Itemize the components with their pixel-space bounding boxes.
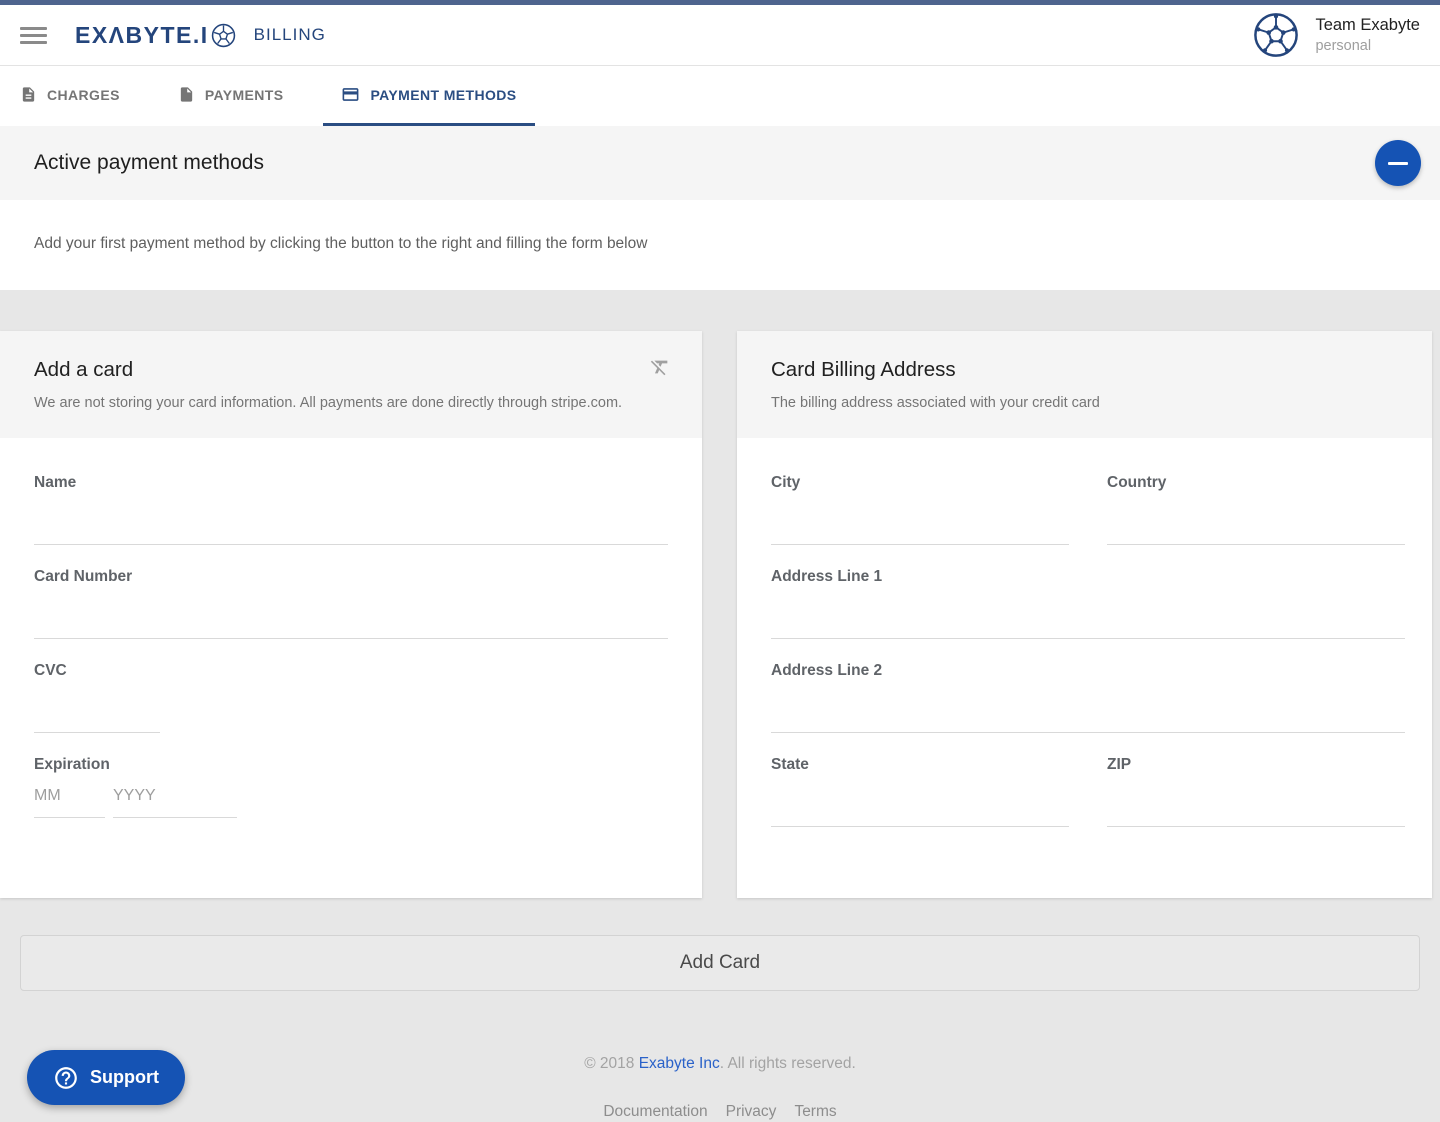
name-label: Name (34, 474, 668, 492)
card-number-label: Card Number (34, 568, 668, 586)
tab-payments[interactable]: PAYMENTS (160, 66, 302, 126)
city-field: City (771, 474, 1069, 545)
tab-charges[interactable]: CHARGES (2, 66, 138, 126)
address-line-1-label: Address Line 1 (771, 568, 1405, 586)
document-icon (20, 86, 37, 103)
address-line-2-label: Address Line 2 (771, 662, 1405, 680)
add-card-panel-header: Add a card We are not storing your card … (0, 331, 702, 438)
footer-link-privacy[interactable]: Privacy (726, 1103, 777, 1121)
expiration-month-input[interactable] (34, 774, 105, 818)
billing-address-form: City Country Address Line 1 Address Line… (737, 438, 1432, 898)
hamburger-menu-icon[interactable] (20, 23, 47, 48)
payment-form-row: Add a card We are not storing your card … (0, 331, 1440, 898)
format-clear-icon (649, 356, 671, 378)
address-line-2-input[interactable] (771, 680, 1405, 733)
billing-address-panel-header: Card Billing Address The billing address… (737, 331, 1432, 438)
city-label: City (771, 474, 1069, 492)
tab-label: CHARGES (47, 87, 120, 103)
country-field: Country (1107, 474, 1405, 568)
card-number-input[interactable] (34, 586, 668, 639)
cvc-label: CVC (34, 662, 668, 680)
expiration-field: Expiration (34, 756, 668, 818)
support-button[interactable]: Support (27, 1050, 185, 1105)
state-label: State (771, 756, 1069, 774)
billing-tabbar: CHARGES PAYMENTS PAYMENT METHODS (0, 66, 1440, 126)
zip-input[interactable] (1107, 774, 1405, 827)
copyright-suffix: . All rights reserved. (720, 1055, 856, 1072)
panel-subtitle: We are not storing your card information… (34, 395, 668, 411)
zip-field: ZIP (1107, 756, 1405, 850)
app-header: EXΛBYTE.I BILLING (0, 5, 1440, 66)
state-input[interactable] (771, 774, 1069, 827)
add-card-panel: Add a card We are not storing your card … (0, 331, 702, 898)
country-label: Country (1107, 474, 1405, 492)
clear-form-button[interactable] (648, 356, 672, 380)
card-number-field: Card Number (34, 568, 668, 639)
help-icon (53, 1065, 79, 1091)
logo-soccer-ball-icon (211, 23, 236, 48)
section-title: Active payment methods (34, 151, 264, 175)
copyright-prefix: © 2018 (584, 1055, 639, 1072)
copyright-line: © 2018 Exabyte Inc. All rights reserved. (0, 1055, 1440, 1073)
panel-title: Card Billing Address (771, 358, 1398, 382)
billing-address-panel: Card Billing Address The billing address… (737, 331, 1432, 898)
team-name: Team Exabyte (1315, 16, 1420, 35)
address-line-1-field: Address Line 1 (771, 568, 1405, 639)
collapse-section-button[interactable] (1375, 140, 1421, 186)
state-field: State (771, 756, 1069, 827)
country-input[interactable] (1107, 492, 1405, 545)
add-card-button[interactable]: Add Card (20, 935, 1420, 991)
address-line-2-field: Address Line 2 (771, 662, 1405, 733)
zip-label: ZIP (1107, 756, 1405, 774)
company-link[interactable]: Exabyte Inc (639, 1055, 720, 1072)
tab-label: PAYMENT METHODS (370, 87, 516, 103)
empty-state-message: Add your first payment method by clickin… (0, 200, 1440, 290)
logo-text: EXΛBYTE.I (75, 22, 209, 49)
cvc-input[interactable] (34, 680, 160, 733)
support-label: Support (90, 1067, 159, 1088)
name-field: Name (34, 474, 668, 545)
minus-icon (1388, 162, 1408, 165)
city-input[interactable] (771, 492, 1069, 545)
cvc-field: CVC (34, 662, 668, 733)
footer-link-terms[interactable]: Terms (794, 1103, 836, 1121)
expiration-label: Expiration (34, 756, 668, 774)
active-payment-methods-header: Active payment methods (0, 126, 1440, 200)
team-type: personal (1315, 38, 1420, 54)
panel-subtitle: The billing address associated with your… (771, 395, 1398, 411)
team-avatar-soccer-ball-icon[interactable] (1253, 12, 1299, 58)
address-line-1-input[interactable] (771, 586, 1405, 639)
tab-payment-methods[interactable]: PAYMENT METHODS (323, 66, 534, 126)
page-title: BILLING (254, 25, 326, 45)
account-area[interactable]: Team Exabyte personal (1253, 12, 1420, 58)
panel-title: Add a card (34, 358, 668, 382)
name-input[interactable] (34, 492, 668, 545)
footer-links: Documentation Privacy Terms (0, 1103, 1440, 1121)
brand-logo[interactable]: EXΛBYTE.I BILLING (75, 22, 326, 49)
add-card-form: Name Card Number CVC Expiration (0, 438, 702, 866)
tab-label: PAYMENTS (205, 87, 284, 103)
footer-link-documentation[interactable]: Documentation (603, 1103, 707, 1121)
document-icon (178, 86, 195, 103)
expiration-year-input[interactable] (113, 774, 237, 818)
credit-card-icon (341, 85, 360, 104)
